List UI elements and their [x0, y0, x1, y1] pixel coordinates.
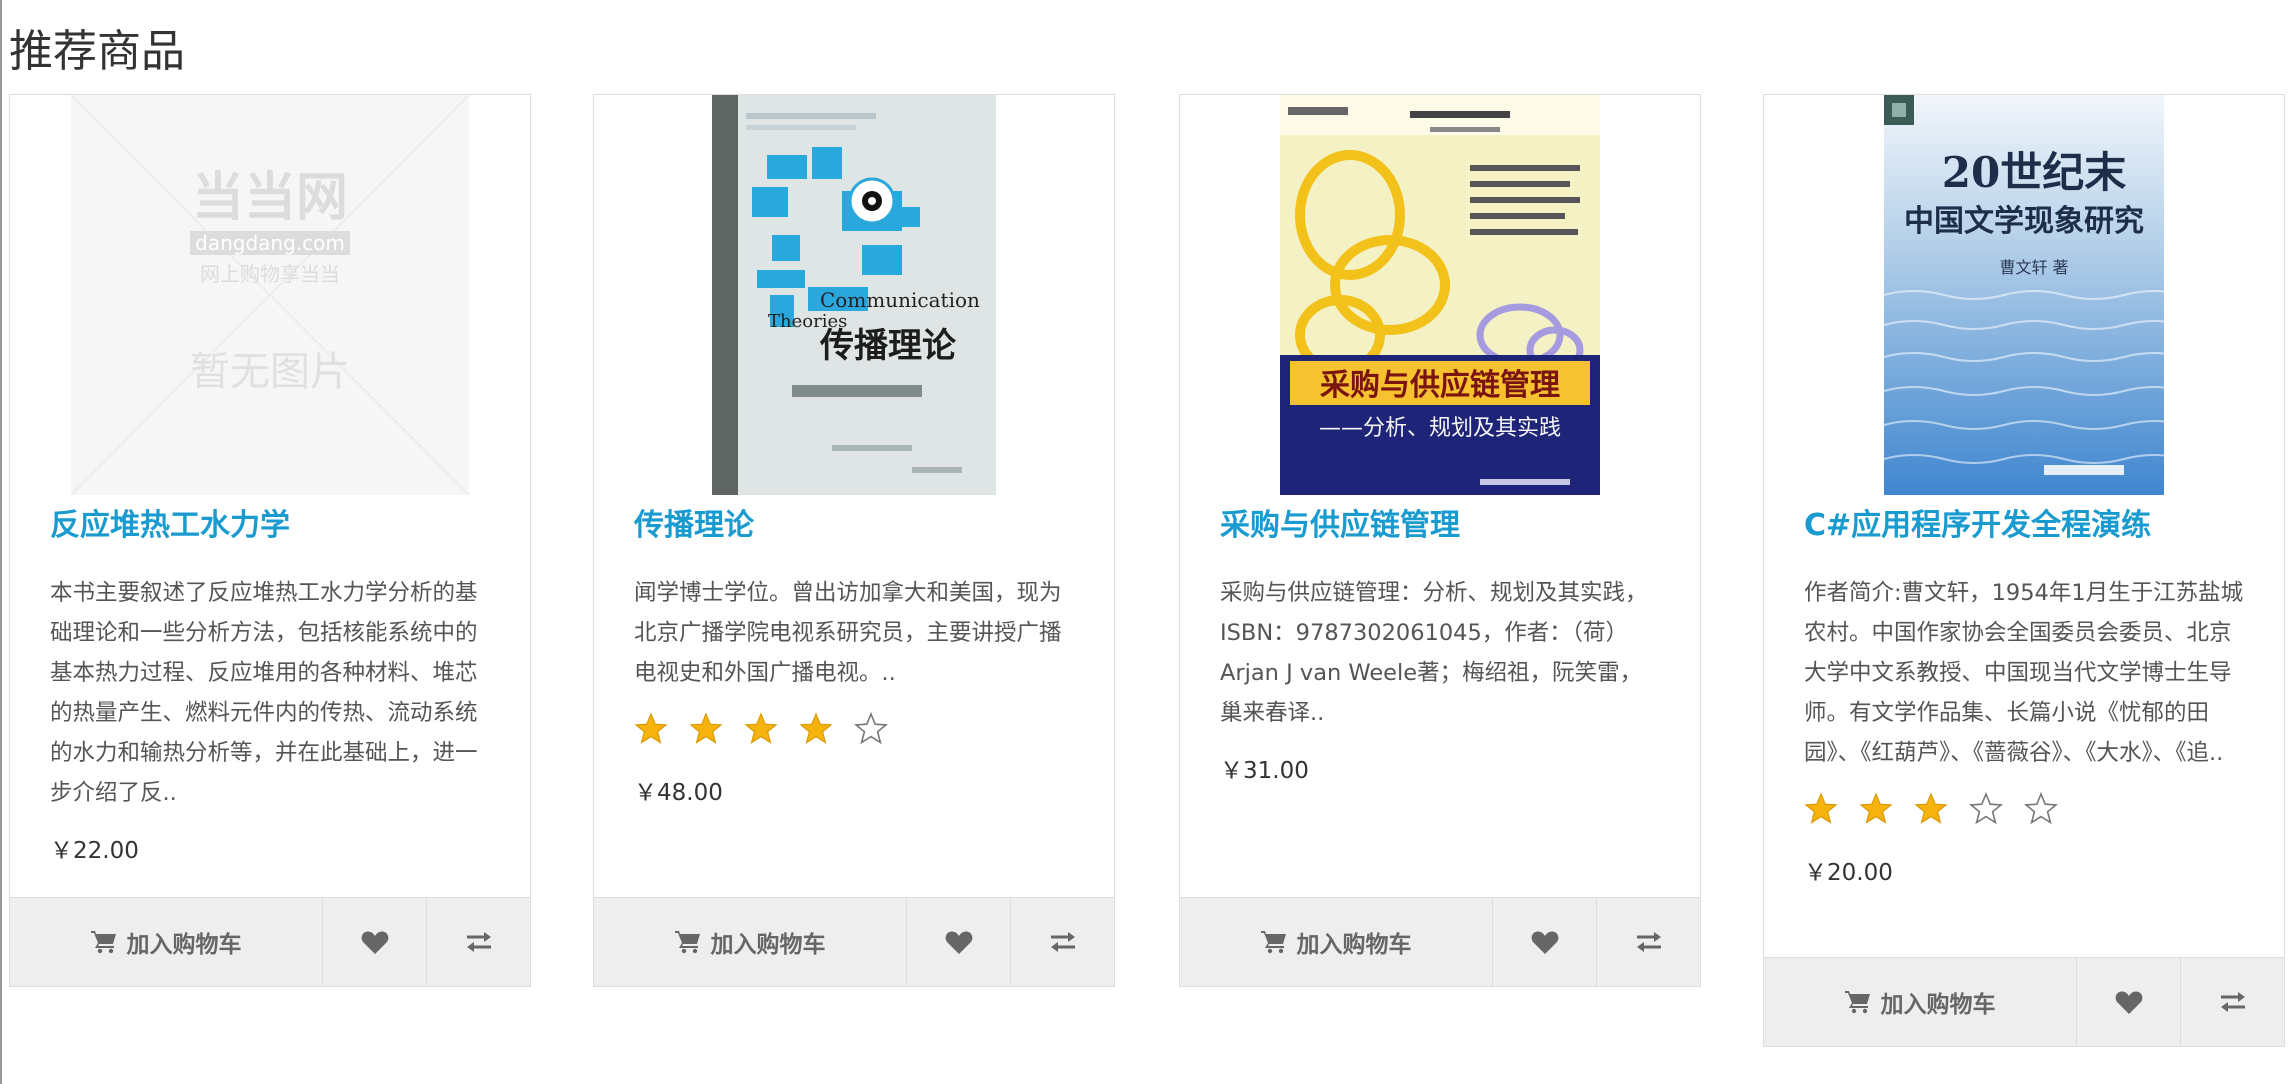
- book-cover-procurement: 采购与供应链管理 ——分析、规划及其实践: [1280, 95, 1600, 495]
- add-to-wishlist-button[interactable]: [323, 898, 427, 986]
- cover-title-line2: 中国文学现象研究: [1904, 204, 2144, 239]
- star-filled-icon: [1804, 792, 1838, 824]
- star-empty-icon: [854, 712, 888, 745]
- exchange-arrows-icon: [1050, 932, 1075, 952]
- book-cover-communication-theories: Communication Theories 传播理论: [712, 95, 996, 495]
- cover-chinese-title: 传播理论: [819, 326, 957, 366]
- placeholder-slogan: 网上购物享当当: [200, 262, 340, 286]
- shopping-cart-icon: [90, 931, 116, 954]
- heart-icon: [945, 930, 972, 954]
- compare-button[interactable]: [1011, 898, 1114, 986]
- product-actions: 加入购物车: [10, 897, 530, 986]
- placeholder-image-icon: 当当网 dangdang.com 网上购物享当当 暂无图片: [71, 95, 469, 495]
- product-title-link[interactable]: C#应用程序开发全程演练: [1804, 505, 2244, 547]
- product-price: ￥31.00: [1220, 758, 1309, 784]
- compare-button[interactable]: [1597, 898, 1700, 986]
- shopping-cart-icon: [674, 931, 700, 954]
- product-description: 作者简介:曹文轩，1954年1月生于江苏盐城农村。中国作家协会全国委员会委员、北…: [1804, 580, 2244, 766]
- page-left-border: [0, 0, 2, 1084]
- placeholder-brand: 当当网: [192, 168, 348, 228]
- heart-icon: [1531, 930, 1558, 954]
- heart-icon: [361, 930, 388, 954]
- product-image-link[interactable]: Communication Theories 传播理论: [594, 95, 1114, 495]
- add-to-cart-button[interactable]: 加入购物车: [594, 898, 907, 986]
- compare-button[interactable]: [427, 898, 530, 986]
- product-image-link[interactable]: 当当网 dangdang.com 网上购物享当当 暂无图片: [10, 95, 530, 495]
- star-filled-icon: [744, 712, 778, 744]
- add-to-wishlist-button[interactable]: [2077, 958, 2181, 1046]
- product-card: 20世纪末 中国文学现象研究 曹文轩 著 C#应用程序开发全程演练 作者简介:曹…: [1763, 94, 2285, 1047]
- product-description: 本书主要叙述了反应堆热工水力学分析的基础理论和一些分析方法，包括核能系统中的基本…: [50, 580, 478, 806]
- star-filled-icon: [799, 712, 833, 744]
- product-caption: 传播理论 闻学博士学位。曾出访加拿大和美国，现为北京广播学院电视系研究员，主要讲…: [634, 505, 1074, 809]
- star-empty-icon: [1969, 792, 2003, 825]
- add-to-cart-button[interactable]: 加入购物车: [10, 898, 323, 986]
- product-title-link[interactable]: 反应堆热工水力学: [50, 505, 490, 547]
- cover-title-line1: 20世纪末: [1942, 148, 2126, 197]
- product-image-link[interactable]: 20世纪末 中国文学现象研究 曹文轩 著: [1764, 95, 2284, 495]
- product-card: 当当网 dangdang.com 网上购物享当当 暂无图片 反应堆热工水力学 本…: [9, 94, 531, 987]
- add-to-cart-label: 加入购物车: [1296, 932, 1412, 958]
- product-caption: C#应用程序开发全程演练 作者简介:曹文轩，1954年1月生于江苏盐城农村。中国…: [1804, 505, 2244, 889]
- section-title: 推荐商品: [9, 26, 185, 77]
- star-filled-icon: [1859, 792, 1893, 824]
- rating-stars: [634, 709, 1074, 749]
- add-to-cart-label: 加入购物车: [126, 932, 242, 958]
- product-title-link[interactable]: 采购与供应链管理: [1220, 505, 1660, 547]
- product-price: ￥20.00: [1804, 860, 1893, 886]
- product-description: 闻学博士学位。曾出访加拿大和美国，现为北京广播学院电视系研究员，主要讲授广播电视…: [634, 580, 1062, 686]
- star-filled-icon: [634, 712, 668, 744]
- product-actions: 加入购物车: [1764, 957, 2284, 1046]
- placeholder-domain: dangdang.com: [195, 231, 345, 255]
- add-to-wishlist-button[interactable]: [907, 898, 1011, 986]
- add-to-cart-button[interactable]: 加入购物车: [1180, 898, 1493, 986]
- book-cover-literature: 20世纪末 中国文学现象研究 曹文轩 著: [1884, 95, 2164, 495]
- shopping-cart-icon: [1260, 931, 1286, 954]
- product-description: 采购与供应链管理：分析、规划及其实践，ISBN：9787302061045，作者…: [1220, 580, 1648, 726]
- exchange-arrows-icon: [2220, 992, 2245, 1012]
- heart-icon: [2115, 990, 2142, 1014]
- cover-subtitle: ——分析、规划及其实践: [1319, 416, 1561, 441]
- cover-english-title-line1: Communication: [820, 288, 980, 312]
- star-empty-icon: [2024, 792, 2058, 825]
- exchange-arrows-icon: [1636, 932, 1661, 952]
- add-to-cart-button[interactable]: 加入购物车: [1764, 958, 2077, 1046]
- rating-stars: [1804, 789, 2244, 829]
- add-to-wishlist-button[interactable]: [1493, 898, 1597, 986]
- product-card: Communication Theories 传播理论 传播理论 闻学博士学位。…: [593, 94, 1115, 987]
- product-title-link[interactable]: 传播理论: [634, 505, 1074, 547]
- product-image-link[interactable]: 采购与供应链管理 ——分析、规划及其实践: [1180, 95, 1700, 495]
- cover-author: 曹文轩 著: [1999, 258, 2068, 277]
- product-card: 采购与供应链管理 ——分析、规划及其实践 采购与供应链管理 采购与供应链管理：分…: [1179, 94, 1701, 987]
- add-to-cart-label: 加入购物车: [710, 932, 826, 958]
- cover-title: 采购与供应链管理: [1320, 368, 1560, 403]
- product-price: ￥22.00: [50, 838, 139, 864]
- exchange-arrows-icon: [466, 932, 491, 952]
- add-to-cart-label: 加入购物车: [1880, 992, 1996, 1018]
- placeholder-no-image: 暂无图片: [190, 349, 350, 395]
- star-filled-icon: [689, 712, 723, 744]
- product-caption: 反应堆热工水力学 本书主要叙述了反应堆热工水力学分析的基础理论和一些分析方法，包…: [50, 505, 490, 867]
- shopping-cart-icon: [1844, 991, 1870, 1014]
- star-filled-icon: [1914, 792, 1948, 824]
- product-price: ￥48.00: [634, 780, 723, 806]
- product-actions: 加入购物车: [1180, 897, 1700, 986]
- product-caption: 采购与供应链管理 采购与供应链管理：分析、规划及其实践，ISBN：9787302…: [1220, 505, 1660, 787]
- compare-button[interactable]: [2181, 958, 2284, 1046]
- product-actions: 加入购物车: [594, 897, 1114, 986]
